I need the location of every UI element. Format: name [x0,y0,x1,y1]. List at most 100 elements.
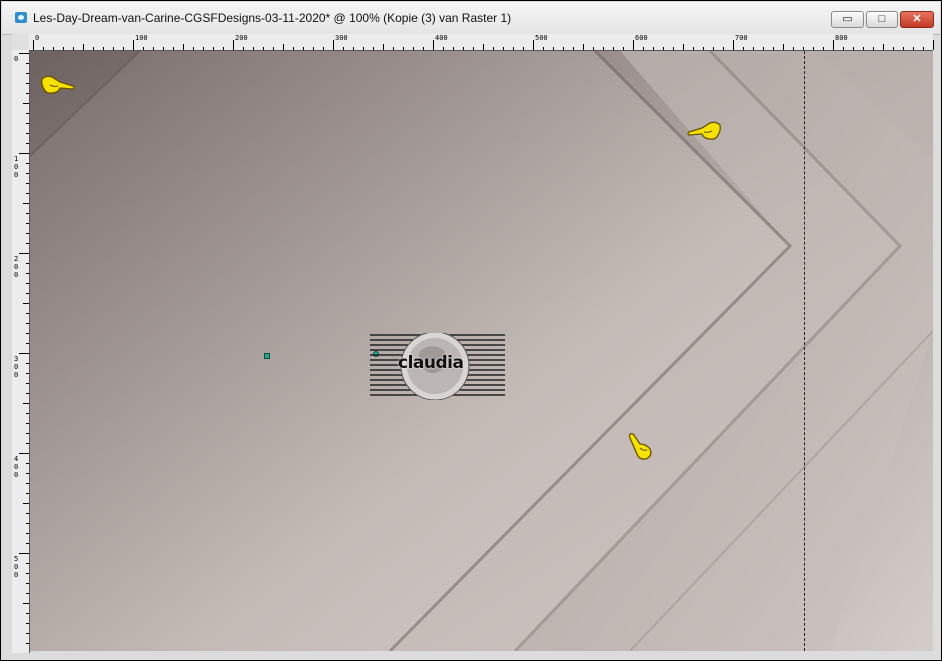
title-bar[interactable]: Les-Day-Dream-van-Carine-CGSFDesigns-03-… [2,2,940,35]
ruler-tick [23,103,29,104]
ruler-tick [26,363,29,364]
ruler-tick [26,523,29,524]
watermark-text: claudia [398,353,464,373]
ruler-corner [12,34,29,50]
ruler-label: 600 [635,34,648,42]
ruler-tick [26,333,29,334]
ruler-tick [373,47,374,50]
pivot-handle[interactable] [264,353,270,359]
ruler-tick [23,203,29,204]
ruler-tick [773,47,774,50]
vertical-guide-line[interactable] [804,51,805,651]
ruler-tick [19,153,29,154]
ruler-tick [593,47,594,50]
ruler-tick [26,243,29,244]
ruler-tick [403,47,404,50]
ruler-tick [26,283,29,284]
ruler-tick [753,47,754,50]
ruler-tick [26,493,29,494]
ruler-tick [213,47,214,50]
ruler-tick [26,433,29,434]
ruler-tick [653,47,654,50]
horizontal-ruler[interactable]: 0 100 200 300 400 500 600 700 800 [12,34,934,51]
ruler-tick [26,613,29,614]
ruler-tick [26,63,29,64]
ruler-tick [26,543,29,544]
ruler-tick [503,47,504,50]
ruler-tick [433,40,434,50]
ruler-tick [353,47,354,50]
ruler-tick [26,463,29,464]
ruler-tick [223,47,224,50]
close-button[interactable]: ✕ [900,11,934,28]
ruler-tick [26,223,29,224]
ruler-label: 2 0 0 [14,255,19,279]
ruler-tick [263,47,264,50]
maximize-button[interactable]: □ [866,11,898,28]
ruler-label: 3 0 0 [14,355,19,379]
ruler-tick [26,343,29,344]
ruler-tick [26,533,29,534]
ruler-tick [19,553,29,554]
ruler-tick [26,573,29,574]
ruler-tick [19,253,29,254]
ruler-tick [873,47,874,50]
ruler-tick [363,47,364,50]
ruler-tick [33,40,34,50]
ruler-tick [53,47,54,50]
ruler-tick [26,233,29,234]
minimize-button[interactable]: ▭ [831,11,864,28]
ruler-tick [333,40,334,50]
ruler-tick [883,44,884,50]
ruler-tick [133,40,134,50]
ruler-tick [623,47,624,50]
ruler-tick [23,603,29,604]
ruler-tick [573,47,574,50]
ruler-tick [26,483,29,484]
ruler-tick [163,47,164,50]
ruler-tick [783,44,784,50]
ruler-tick [273,47,274,50]
ruler-tick [583,44,584,50]
ruler-tick [563,47,564,50]
ruler-tick [26,123,29,124]
image-window: Les-Day-Dream-van-Carine-CGSFDesigns-03-… [0,0,942,661]
window-title: Les-Day-Dream-van-Carine-CGSFDesigns-03-… [33,11,512,25]
ruler-tick [793,47,794,50]
ruler-tick [23,403,29,404]
ruler-tick [173,47,174,50]
ruler-tick [233,40,234,50]
ruler-tick [193,47,194,50]
ruler-tick [633,40,634,50]
ruler-tick [26,143,29,144]
ruler-tick [73,47,74,50]
ruler-label: 1 0 0 [14,155,19,179]
ruler-label: 200 [235,34,248,42]
ruler-tick [343,47,344,50]
ruler-tick [483,44,484,50]
ruler-tick [26,133,29,134]
image-canvas[interactable]: claudia [30,51,933,651]
ruler-tick [383,44,384,50]
pointing-hand-icon [687,121,721,140]
ruler-tick [23,503,29,504]
vertical-ruler[interactable]: 0 1 0 0 2 0 0 3 0 0 4 0 0 5 0 0 [12,50,30,654]
ruler-tick [713,47,714,50]
ruler-label: 5 0 0 [14,555,19,579]
ruler-tick [143,47,144,50]
ruler-tick [19,453,29,454]
ruler-tick [823,47,824,50]
ruler-tick [323,47,324,50]
ruler-tick [393,47,394,50]
ruler-tick [26,183,29,184]
ruler-tick [663,47,664,50]
ruler-label: 700 [735,34,748,42]
ruler-tick [26,423,29,424]
ruler-tick [123,47,124,50]
ruler-tick [83,44,84,50]
ruler-label: 800 [835,34,848,42]
ruler-tick [683,44,684,50]
ruler-tick [26,313,29,314]
ruler-tick [743,47,744,50]
ruler-tick [26,163,29,164]
